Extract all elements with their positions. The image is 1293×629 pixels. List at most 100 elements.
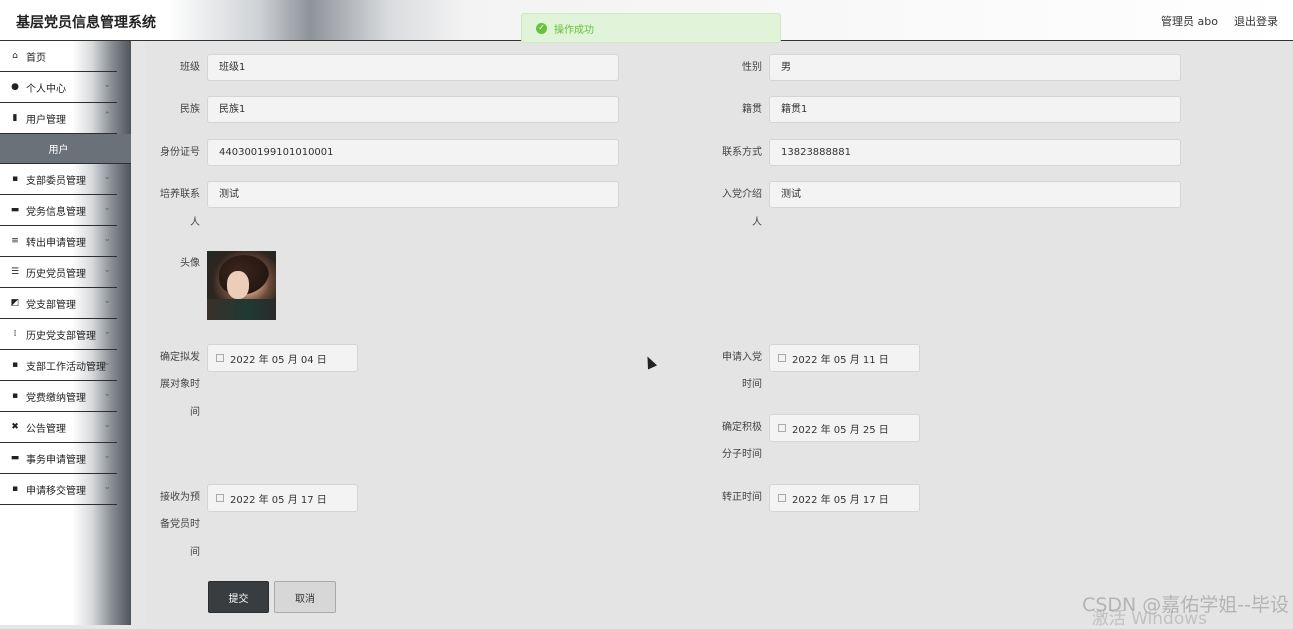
calendar-icon (778, 424, 786, 432)
sidebar-subitem-users[interactable]: 用户 (0, 134, 131, 164)
sidebar-item-label: 个人中心 (26, 83, 66, 95)
cancel-button[interactable]: 取消 (274, 581, 336, 613)
id-number-input[interactable]: 440300199101010001 (207, 139, 619, 166)
probationary-label-line1: 接收为预 (160, 492, 200, 503)
sidebar-menu: ⌂ 首页 ● 个人中心 ⌄ ▮ 用户管理 ⌃ 用户 ▪ 支部委员管理 ⌄ ▬ 党… (0, 41, 131, 625)
trainer-label-line2: 人 (190, 217, 200, 228)
logout-link[interactable]: 退出登录 (1234, 13, 1278, 29)
avatar-label: 头像 (180, 258, 200, 269)
probationary-date-value: 2022 年 05 月 17 日 (230, 494, 327, 506)
calendar-icon (216, 494, 224, 502)
class-label: 班级 (180, 62, 200, 73)
introducer-label-line2: 人 (752, 217, 762, 228)
sidebar-item-user-mgmt[interactable]: ▮ 用户管理 ⌃ (0, 103, 117, 134)
native-place-label: 籍贯 (742, 104, 762, 115)
check-circle-icon: ✓ (536, 22, 547, 34)
id-number-label: 身份证号 (160, 147, 200, 158)
introducer-input[interactable]: 测试 (769, 181, 1181, 208)
sidebar-item-label: 事务申请管理 (26, 454, 86, 466)
avatar-image[interactable] (207, 251, 276, 320)
chevron-down-icon: ⌄ (103, 327, 111, 337)
regular-date-label: 转正时间 (722, 492, 762, 503)
calendar-icon (778, 494, 786, 502)
trainer-label-line1: 培养联系 (160, 189, 200, 200)
chevron-down-icon: ⌄ (103, 482, 111, 492)
sidebar-item-label: 用户管理 (26, 114, 66, 126)
dev-target-date-value: 2022 年 05 月 04 日 (230, 354, 327, 366)
chart-icon: ◩ (10, 298, 20, 308)
sidebar-item-label: 申请移交管理 (26, 485, 86, 497)
grid-icon: ▪ (11, 174, 19, 184)
sidebar-item-party-affairs[interactable]: ▬ 党务信息管理 ⌄ (0, 195, 117, 226)
chevron-down-icon: ⌄ (103, 234, 111, 244)
card-icon: ▬ (10, 453, 20, 463)
regular-date-value: 2022 年 05 月 17 日 (792, 494, 889, 506)
activist-date-label-line2: 分子时间 (722, 449, 762, 460)
gender-label: 性别 (742, 62, 762, 73)
sidebar-item-label: 支部委员管理 (26, 175, 86, 187)
chevron-down-icon: ⌄ (103, 389, 111, 399)
home-icon: ⌂ (12, 51, 18, 61)
dev-target-label-line3: 间 (190, 407, 200, 418)
sidebar-item-profile[interactable]: ● 个人中心 ⌄ (0, 72, 117, 103)
user-icon: ● (11, 82, 19, 92)
chevron-down-icon: ⌄ (103, 296, 111, 306)
grid-icon: ▪ (11, 391, 19, 401)
sidebar-item-committee[interactable]: ▪ 支部委员管理 ⌄ (0, 164, 117, 195)
sidebar-item-dues[interactable]: ▪ 党费缴纳管理 ⌄ (0, 381, 117, 412)
sidebar-item-label: 党费缴纳管理 (26, 392, 86, 404)
apply-date-label-line2: 时间 (742, 379, 762, 390)
chevron-down-icon: ⌄ (103, 420, 111, 430)
sidebar-item-label: 历史党支部管理 (26, 330, 96, 342)
sidebar-item-handover[interactable]: ▪ 申请移交管理 ⌄ (0, 474, 117, 505)
calendar-icon (216, 354, 224, 362)
sidebar-item-label: 历史党员管理 (26, 268, 86, 280)
ethnicity-input[interactable]: 民族1 (207, 96, 619, 123)
sidebar-item-affairs-requests[interactable]: ▬ 事务申请管理 ⌄ (0, 443, 117, 474)
apply-date-value: 2022 年 05 月 11 日 (792, 354, 889, 366)
csdn-watermark: CSDN @嘉佑学姐--毕设 (1082, 594, 1289, 616)
sidebar-item-label: 党务信息管理 (26, 206, 86, 218)
apply-date-picker[interactable]: 2022 年 05 月 11 日 (769, 344, 920, 372)
chevron-down-icon: ⌄ (103, 203, 111, 213)
trainer-input[interactable]: 测试 (207, 181, 619, 208)
toast-message: 操作成功 (554, 24, 594, 36)
grid-icon: ▪ (11, 484, 19, 494)
list-icon: ☰ (10, 267, 20, 277)
ticket-icon: ✖ (11, 422, 19, 432)
sidebar-item-announcements[interactable]: ✖ 公告管理 ⌄ (0, 412, 117, 443)
activist-date-value: 2022 年 05 月 25 日 (792, 424, 889, 436)
bar-chart-icon: ▮ (12, 113, 18, 123)
introducer-label-line1: 入党介绍 (722, 189, 762, 200)
sidebar-item-label: 首页 (26, 52, 46, 64)
success-toast: ✓ 操作成功 (521, 13, 781, 43)
avatar-coat (207, 299, 276, 320)
probationary-date-picker[interactable]: 2022 年 05 月 17 日 (207, 484, 358, 512)
native-place-input[interactable]: 籍贯1 (769, 96, 1181, 123)
activist-date-picker[interactable]: 2022 年 05 月 25 日 (769, 414, 920, 442)
activist-date-label-line1: 确定积极 (722, 422, 762, 433)
sidebar-item-history-branch[interactable]: ⁞ 历史党支部管理 ⌄ (0, 319, 117, 350)
sidebar-item-home[interactable]: ⌂ 首页 (0, 41, 117, 72)
sidebar-item-history-members[interactable]: ☰ 历史党员管理 ⌄ (0, 257, 117, 288)
dev-target-date-picker[interactable]: 2022 年 05 月 04 日 (207, 344, 358, 372)
gender-input[interactable]: 男 (769, 54, 1181, 81)
regular-date-picker[interactable]: 2022 年 05 月 17 日 (769, 484, 920, 512)
ethnicity-label: 民族 (180, 104, 200, 115)
sidebar-item-branch-activities[interactable]: ▪ 支部工作活动管理 ⌄ (0, 350, 117, 381)
apps-icon: ⁞ (13, 329, 17, 339)
sidebar-item-transfer-out[interactable]: ≡ 转出申请管理 ⌄ (0, 226, 117, 257)
sidebar-item-branch[interactable]: ◩ 党支部管理 ⌄ (0, 288, 117, 319)
sidebar-item-label: 公告管理 (26, 423, 66, 435)
chevron-down-icon: ⌄ (103, 358, 111, 368)
member-form: 班级 班级1 性别 男 民族 民族1 籍贯 籍贯1 身份证号 440300199… (145, 41, 1293, 625)
phone-input[interactable]: 13823888881 (769, 139, 1181, 166)
chevron-down-icon: ⌄ (103, 172, 111, 182)
class-input[interactable]: 班级1 (207, 54, 619, 81)
dev-target-label-line2: 展对象时 (160, 379, 200, 390)
submit-button[interactable]: 提交 (208, 581, 269, 613)
probationary-label-line2: 备党员时 (160, 519, 200, 530)
briefcase-icon: ▬ (10, 205, 20, 215)
phone-label: 联系方式 (722, 147, 762, 158)
apply-date-label-line1: 申请入党 (722, 352, 762, 363)
